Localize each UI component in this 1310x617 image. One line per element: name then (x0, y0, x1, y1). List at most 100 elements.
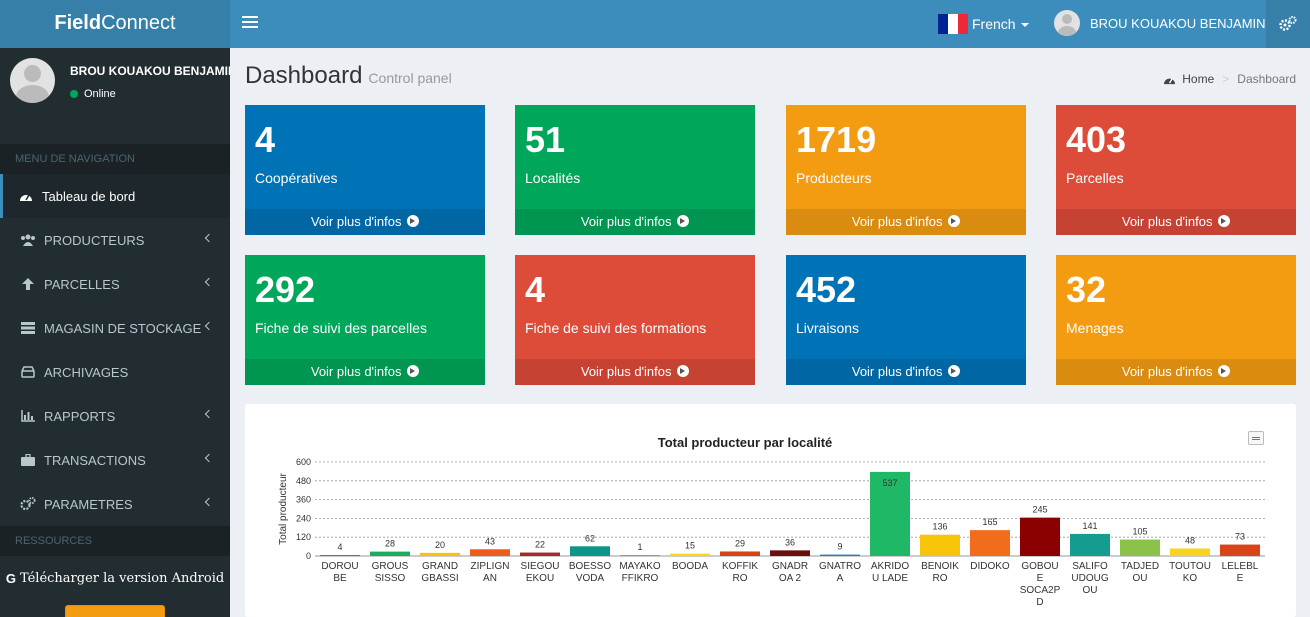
more-info-link[interactable]: Voir plus d'infos (786, 359, 1026, 385)
chevron-left-icon (204, 321, 214, 331)
tile-value: 32 (1066, 269, 1107, 310)
avatar (10, 58, 55, 103)
android-label: Télécharger la version Android (19, 570, 225, 586)
chevron-left-icon (204, 233, 214, 243)
tile-label: Fiche de suivi des formations (525, 320, 707, 336)
breadcrumb-current: Dashboard (1237, 72, 1296, 86)
user-menu-name: BROU KOUAKOU BENJAMIN (1090, 15, 1266, 31)
more-info-label: Voir plus d'infos (851, 364, 943, 379)
sidebar: BROU KOUAKOU BENJAMIN Online MENU DE NAV… (0, 48, 230, 617)
tile-label: Livraisons (796, 320, 860, 336)
android-download-text: G Télécharger la version Android (0, 556, 230, 600)
tile-value: 292 (255, 269, 316, 310)
sidebar-item-label: TRANSACTIONS (44, 452, 146, 468)
more-info-link[interactable]: Voir plus d'infos (786, 209, 1026, 235)
more-info-label: Voir plus d'infos (310, 364, 402, 379)
bar-chart-icon (20, 409, 36, 423)
tile-value: 403 (1066, 119, 1127, 160)
more-info-label: Voir plus d'infos (1121, 364, 1213, 379)
tile-label: Fiche de suivi des parcelles (255, 320, 427, 336)
page-title: Dashboard (245, 62, 363, 89)
sidebar-item-parcelles[interactable]: PARCELLES (0, 262, 230, 306)
more-info-label: Voir plus d'infos (1121, 214, 1213, 229)
cogs-icon (20, 497, 36, 511)
stat-tile-livraisons: 452 Livraisons Voir plus d'infos (786, 255, 1026, 385)
nav-header: MENU DE NAVIGATION (0, 144, 230, 174)
page-subtitle: Control panel (368, 70, 452, 86)
arrow-circle-right-icon (407, 365, 420, 377)
cogs-icon (1279, 16, 1297, 31)
sidebar-item-label: Tableau de bord (42, 188, 136, 204)
more-info-label: Voir plus d'infos (580, 214, 672, 229)
arrow-circle-right-icon (1218, 365, 1231, 377)
tile-label: Menages (1066, 320, 1124, 336)
tile-value: 51 (525, 119, 566, 160)
tile-label: Parcelles (1066, 170, 1124, 186)
control-sidebar-toggle[interactable] (1266, 0, 1310, 48)
more-info-label: Voir plus d'infos (851, 214, 943, 229)
logo-bold: Field (54, 12, 102, 34)
status-text: Online (84, 88, 116, 100)
breadcrumb-separator: > (1222, 72, 1230, 86)
tile-value: 452 (796, 269, 857, 310)
chevron-left-icon (204, 409, 214, 419)
sidebar-item-transactions[interactable]: TRANSACTIONS (0, 438, 230, 482)
arrow-circle-right-icon (948, 365, 961, 377)
sidebar-item-rapports[interactable]: RAPPORTS (0, 394, 230, 438)
sidebar-item-label: PARCELLES (44, 276, 120, 292)
more-info-label: Voir plus d'infos (310, 214, 402, 229)
chart-menu-button[interactable] (1248, 431, 1264, 445)
tile-value: 1719 (796, 119, 877, 160)
sidebar-item-label: RAPPORTS (44, 408, 116, 424)
more-info-link[interactable]: Voir plus d'infos (515, 209, 755, 235)
stat-tile-menages: 32 Menages Voir plus d'infos (1056, 255, 1296, 385)
chevron-left-icon (204, 497, 214, 507)
sidebar-item-magasin-de-stockage[interactable]: MAGASIN DE STOCKAGE (0, 306, 230, 350)
app-logo[interactable]: FieldConnect (0, 0, 230, 48)
sidebar-item-producteurs[interactable]: PRODUCTEURS (0, 218, 230, 262)
arrow-circle-right-icon (407, 215, 420, 227)
sidebar-item-label: PRODUCTEURS (44, 232, 145, 248)
briefcase-icon (20, 453, 36, 467)
menu-toggle-icon[interactable] (242, 13, 258, 33)
more-info-link[interactable]: Voir plus d'infos (245, 209, 485, 235)
arrow-circle-right-icon (677, 215, 690, 227)
google-icon: G (5, 570, 16, 586)
stat-tile-suivi-parcelles: 292 Fiche de suivi des parcelles Voir pl… (245, 255, 485, 385)
more-info-link[interactable]: Voir plus d'infos (515, 359, 755, 385)
dashboard-icon (18, 189, 34, 203)
chevron-left-icon (204, 277, 214, 287)
status-badge: Online (70, 88, 116, 100)
chevron-left-icon (204, 453, 214, 463)
sidebar-item-label: MAGASIN DE STOCKAGE (44, 320, 202, 336)
sidebar-item-archivages[interactable]: ARCHIVAGES (0, 350, 230, 394)
download-button[interactable]: Téléchargez (65, 605, 165, 617)
more-info-link[interactable]: Voir plus d'infos (245, 359, 485, 385)
sidebar-user-name: BROU KOUAKOU BENJAMIN (70, 64, 230, 78)
breadcrumb-home[interactable]: Home (1163, 72, 1214, 86)
hdd-icon (20, 365, 36, 379)
user-menu[interactable]: BROU KOUAKOU BENJAMIN (1054, 10, 1266, 36)
tile-value: 4 (525, 269, 546, 310)
more-info-link[interactable]: Voir plus d'infos (1056, 359, 1296, 385)
tile-label: Localités (525, 170, 581, 186)
language-label: French (972, 16, 1016, 32)
stat-tile-producteurs: 1719 Producteurs Voir plus d'infos (786, 105, 1026, 235)
arrow-circle-right-icon (948, 215, 961, 227)
more-info-link[interactable]: Voir plus d'infos (1056, 209, 1296, 235)
sidebar-item-label: PARAMETRES (44, 496, 133, 512)
sidebar-item-tableau-de-bord[interactable]: Tableau de bord (0, 174, 230, 218)
chart-panel (245, 404, 1296, 617)
server-icon (20, 321, 36, 335)
sidebar-item-parametres[interactable]: PARAMETRES (0, 482, 230, 526)
arrow-circle-right-icon (1218, 215, 1231, 227)
breadcrumb-home-label: Home (1182, 72, 1215, 86)
stat-tile-cooperatives: 4 Coopératives Voir plus d'infos (245, 105, 485, 235)
online-dot-icon (70, 90, 78, 98)
tile-value: 4 (255, 119, 276, 160)
breadcrumb: Home > Dashboard (1163, 72, 1296, 86)
caret-down-icon (1020, 23, 1029, 27)
language-selector[interactable]: French (938, 12, 1029, 36)
stat-tile-localites: 51 Localités Voir plus d'infos (515, 105, 755, 235)
french-flag-icon (938, 14, 968, 34)
